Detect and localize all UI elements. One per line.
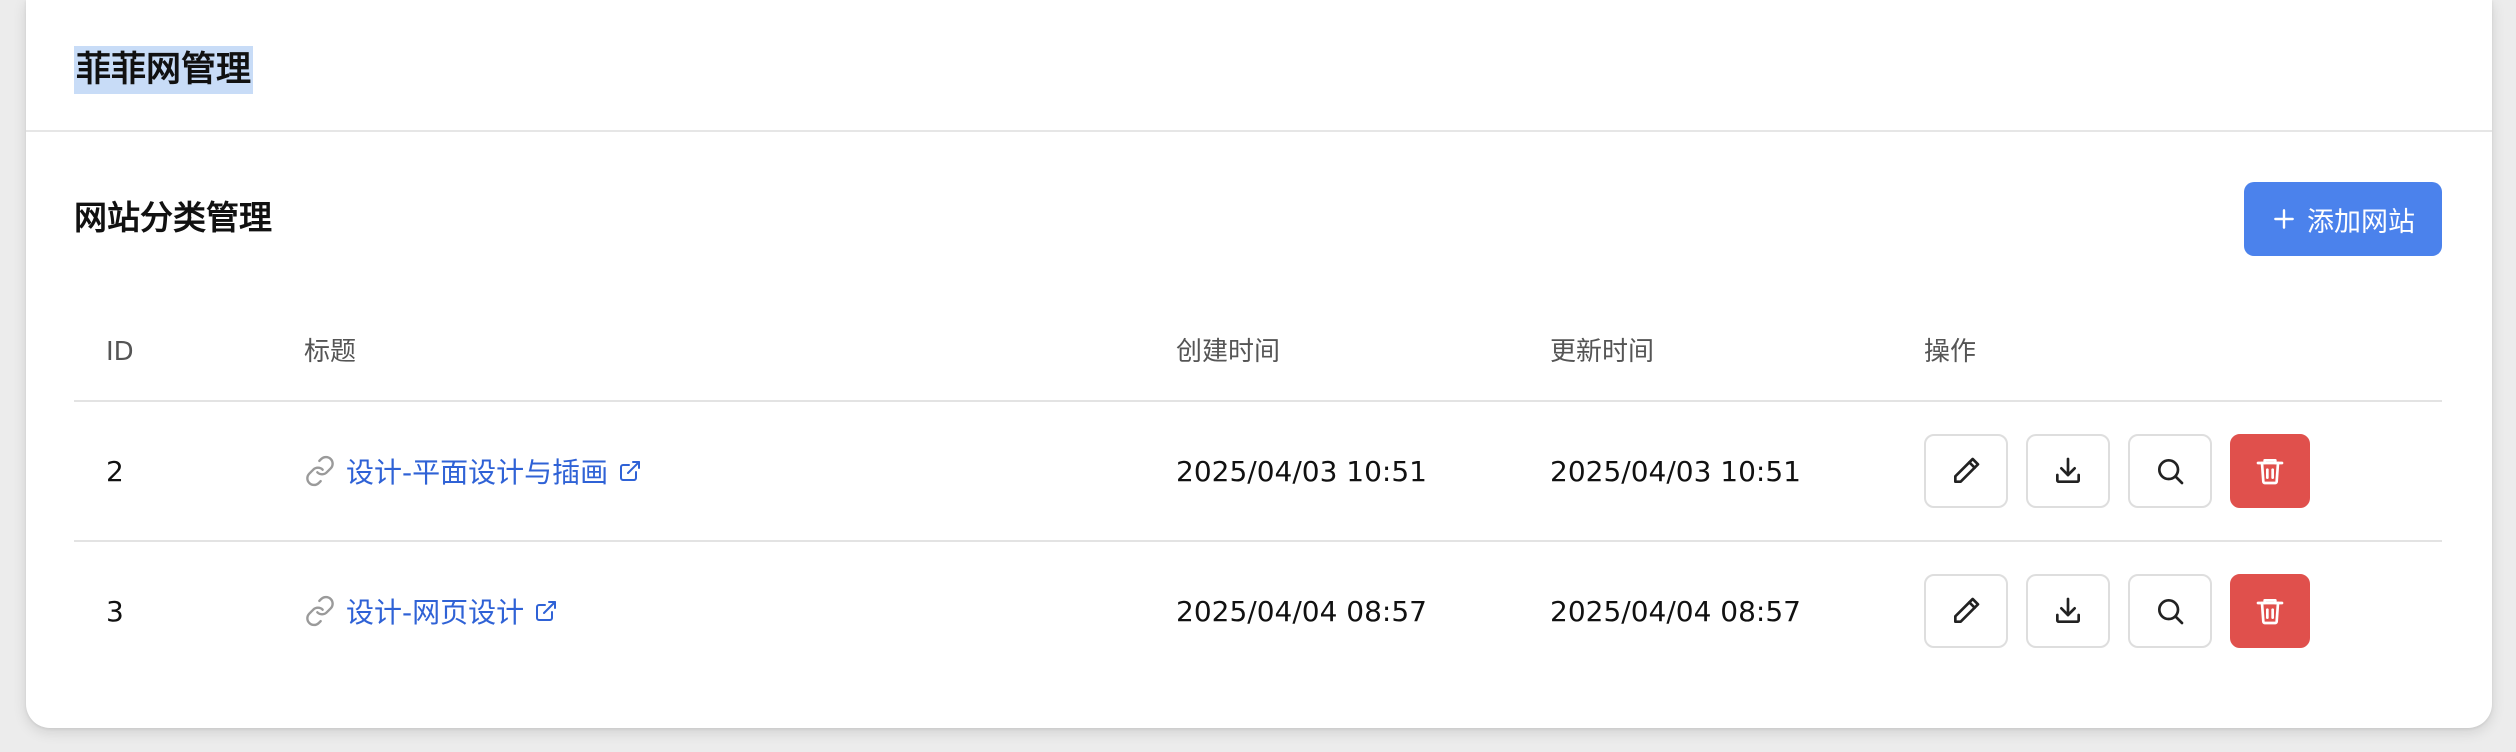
- delete-button[interactable]: [2230, 434, 2310, 508]
- search-button[interactable]: [2128, 574, 2212, 648]
- row-updated-time: 2025/04/03 10:51: [1550, 454, 1801, 488]
- row-title-text: 设计-平面设计与插画: [346, 456, 609, 489]
- row-title-link[interactable]: 设计-网页设计: [304, 591, 558, 631]
- category-table: ID 标题 创建时间 更新时间 操作 2 设计-平面设计与插画 2025/04/…: [74, 314, 2442, 682]
- row-actions: [1924, 402, 2310, 540]
- link-icon: [306, 455, 334, 487]
- table-row: 2 设计-平面设计与插画 2025/04/03 10:51 2025/04/03…: [74, 402, 2442, 542]
- row-updated-time: 2025/04/04 08:57: [1550, 594, 1801, 628]
- category-management-card: 菲菲网管理 网站分类管理 添加网站 ID 标题 创建时间 更新时间 操作 2 设…: [26, 0, 2492, 728]
- row-id: 3: [106, 594, 124, 628]
- download-button[interactable]: [2026, 574, 2110, 648]
- external-link-icon: [536, 601, 557, 621]
- download-button[interactable]: [2026, 434, 2110, 508]
- column-header-updated: 更新时间: [1550, 337, 1655, 367]
- trash-icon: [2256, 599, 2284, 625]
- download-icon: [2056, 457, 2080, 483]
- search-icon: [2158, 599, 2184, 625]
- column-header-title: 标题: [304, 337, 357, 367]
- column-header-actions: 操作: [1924, 337, 1977, 367]
- column-header-created: 创建时间: [1176, 337, 1281, 367]
- download-icon: [2056, 597, 2080, 623]
- table-header: ID 标题 创建时间 更新时间 操作: [74, 314, 2442, 402]
- edit-button[interactable]: [1924, 434, 2008, 508]
- search-button[interactable]: [2128, 434, 2212, 508]
- edit-icon: [1954, 597, 1980, 623]
- site-title: 菲菲网管理: [74, 46, 254, 94]
- add-website-label: 添加网站: [2307, 206, 2415, 238]
- plus-icon: [2274, 209, 2294, 229]
- delete-button[interactable]: [2230, 574, 2310, 648]
- row-created-time: 2025/04/04 08:57: [1176, 594, 1427, 628]
- edit-button[interactable]: [1924, 574, 2008, 648]
- row-created-time: 2025/04/03 10:51: [1176, 454, 1427, 488]
- add-website-button[interactable]: 添加网站: [2244, 182, 2442, 256]
- section-title: 网站分类管理: [74, 198, 272, 237]
- row-id: 2: [106, 454, 124, 488]
- row-title-link[interactable]: 设计-平面设计与插画: [304, 451, 642, 491]
- external-link-icon: [620, 461, 641, 481]
- search-icon: [2158, 459, 2184, 485]
- row-title-cell: 设计-网页设计: [304, 542, 558, 680]
- row-actions: [1924, 542, 2310, 680]
- link-icon: [306, 595, 334, 627]
- edit-icon: [1954, 457, 1980, 483]
- card-header: 菲菲网管理: [26, 0, 2492, 132]
- table-row: 3 设计-网页设计 2025/04/04 08:57 2025/04/04 08…: [74, 542, 2442, 682]
- trash-icon: [2256, 459, 2284, 485]
- row-title-text: 设计-网页设计: [346, 596, 525, 629]
- column-header-id: ID: [106, 337, 134, 367]
- row-title-cell: 设计-平面设计与插画: [304, 402, 642, 540]
